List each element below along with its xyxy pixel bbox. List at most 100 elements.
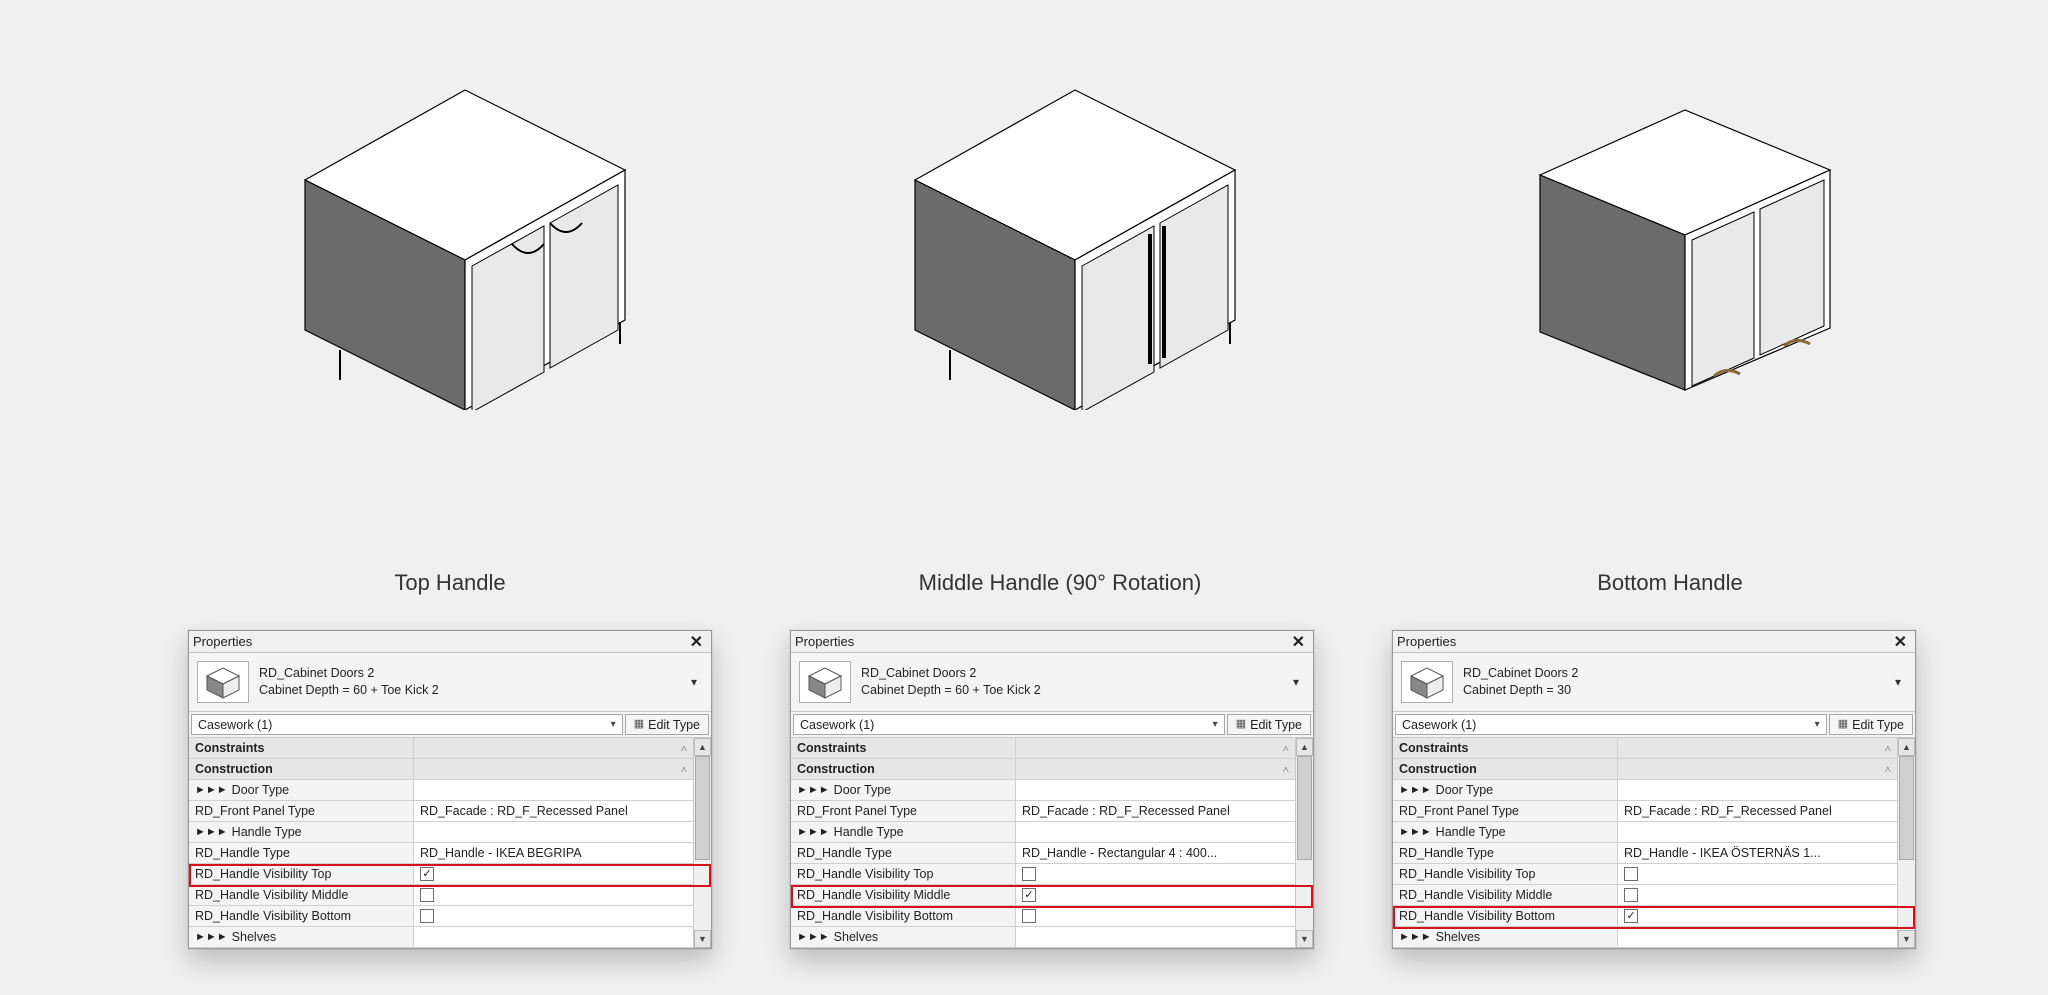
collapse-icon[interactable]: ˄: [681, 742, 687, 755]
param-group-header[interactable]: Constraints ˄: [791, 738, 1295, 759]
close-icon[interactable]: ✕: [1288, 632, 1309, 652]
param-row[interactable]: RD_Handle Visibility Middle: [189, 885, 693, 906]
collapse-icon[interactable]: ˄: [1885, 763, 1891, 776]
param-value[interactable]: [1618, 927, 1897, 948]
type-selector[interactable]: RD_Cabinet Doors 2 Cabinet Depth = 60 + …: [791, 653, 1313, 711]
checkbox[interactable]: [1022, 867, 1036, 881]
param-value[interactable]: RD_Handle - IKEA BEGRIPA: [414, 843, 693, 864]
param-value-checkbox[interactable]: [1016, 906, 1295, 927]
close-icon[interactable]: ✕: [686, 632, 707, 652]
collapse-icon[interactable]: ˄: [681, 763, 687, 776]
scroll-down-button[interactable]: ▼: [694, 930, 711, 948]
scroll-thumb[interactable]: [1297, 756, 1312, 860]
checkbox[interactable]: [420, 909, 434, 923]
param-row[interactable]: RD_Front Panel Type RD_Facade : RD_F_Rec…: [189, 801, 693, 822]
category-filter-select[interactable]: Casework (1) ▾: [191, 714, 623, 735]
param-group-header[interactable]: Construction ˄: [1393, 759, 1897, 780]
param-value[interactable]: RD_Handle - IKEA ÖSTERNÄS 1...: [1618, 843, 1897, 864]
param-group-header[interactable]: Construction ˄: [791, 759, 1295, 780]
edit-type-button[interactable]: ▦ Edit Type: [1829, 714, 1913, 735]
param-row[interactable]: ►►►Door Type: [1393, 780, 1897, 801]
type-selector[interactable]: RD_Cabinet Doors 2 Cabinet Depth = 30 ▾: [1393, 653, 1915, 711]
param-row[interactable]: ►►►Shelves: [189, 927, 693, 948]
scroll-track[interactable]: [694, 756, 711, 930]
scroll-thumb[interactable]: [1899, 756, 1914, 860]
param-row[interactable]: RD_Handle Visibility Middle: [791, 885, 1295, 906]
param-row[interactable]: RD_Front Panel Type RD_Facade : RD_F_Rec…: [791, 801, 1295, 822]
param-row[interactable]: RD_Handle Visibility Bottom: [189, 906, 693, 927]
param-row[interactable]: RD_Handle Visibility Bottom: [791, 906, 1295, 927]
param-row[interactable]: RD_Handle Visibility Top: [1393, 864, 1897, 885]
chevron-down-icon[interactable]: ▾: [611, 719, 616, 730]
param-value[interactable]: RD_Facade : RD_F_Recessed Panel: [1016, 801, 1295, 822]
param-group-header[interactable]: Construction ˄: [189, 759, 693, 780]
edit-type-button[interactable]: ▦ Edit Type: [1227, 714, 1311, 735]
collapse-icon[interactable]: ˄: [1283, 742, 1289, 755]
param-value[interactable]: [1016, 927, 1295, 948]
param-row[interactable]: ►►►Handle Type: [1393, 822, 1897, 843]
param-row[interactable]: ►►►Door Type: [189, 780, 693, 801]
param-value-checkbox[interactable]: [1618, 885, 1897, 906]
checkbox[interactable]: [1022, 909, 1036, 923]
checkbox[interactable]: [1624, 888, 1638, 902]
param-value[interactable]: RD_Facade : RD_F_Recessed Panel: [414, 801, 693, 822]
param-row[interactable]: ►►►Door Type: [791, 780, 1295, 801]
param-group-header[interactable]: Constraints ˄: [1393, 738, 1897, 759]
checkbox[interactable]: [1624, 867, 1638, 881]
param-value[interactable]: [1618, 780, 1897, 801]
param-row[interactable]: RD_Front Panel Type RD_Facade : RD_F_Rec…: [1393, 801, 1897, 822]
type-selector-dropdown-icon[interactable]: ▾: [685, 661, 703, 703]
param-row[interactable]: RD_Handle Visibility Middle: [1393, 885, 1897, 906]
param-value[interactable]: RD_Handle - Rectangular 4 : 400...: [1016, 843, 1295, 864]
param-value-checkbox[interactable]: [414, 906, 693, 927]
collapse-icon[interactable]: ˄: [1885, 742, 1891, 755]
scroll-track[interactable]: [1296, 756, 1313, 930]
chevron-down-icon[interactable]: ▾: [1213, 719, 1218, 730]
param-value-checkbox[interactable]: [1618, 906, 1897, 927]
scroll-up-button[interactable]: ▲: [694, 738, 711, 756]
panel-titlebar[interactable]: Properties ✕: [189, 631, 711, 653]
edit-type-button[interactable]: ▦ Edit Type: [625, 714, 709, 735]
param-value-checkbox[interactable]: [414, 885, 693, 906]
scroll-thumb[interactable]: [695, 756, 710, 860]
close-icon[interactable]: ✕: [1890, 632, 1911, 652]
param-row[interactable]: ►►►Handle Type: [189, 822, 693, 843]
type-selector-dropdown-icon[interactable]: ▾: [1889, 661, 1907, 703]
param-value-checkbox[interactable]: [1016, 864, 1295, 885]
vertical-scrollbar[interactable]: ▲ ▼: [693, 738, 711, 948]
category-filter-select[interactable]: Casework (1) ▾: [793, 714, 1225, 735]
param-row[interactable]: RD_Handle Visibility Top: [791, 864, 1295, 885]
category-filter-select[interactable]: Casework (1) ▾: [1395, 714, 1827, 735]
checkbox[interactable]: [1022, 888, 1036, 902]
panel-titlebar[interactable]: Properties ✕: [1393, 631, 1915, 653]
param-value[interactable]: RD_Facade : RD_F_Recessed Panel: [1618, 801, 1897, 822]
type-selector-dropdown-icon[interactable]: ▾: [1287, 661, 1305, 703]
scroll-track[interactable]: [1898, 756, 1915, 930]
vertical-scrollbar[interactable]: ▲ ▼: [1897, 738, 1915, 948]
vertical-scrollbar[interactable]: ▲ ▼: [1295, 738, 1313, 948]
collapse-icon[interactable]: ˄: [1283, 763, 1289, 776]
param-value[interactable]: [414, 927, 693, 948]
param-row[interactable]: RD_Handle Type RD_Handle - IKEA BEGRIPA: [189, 843, 693, 864]
param-value[interactable]: [1016, 822, 1295, 843]
checkbox[interactable]: [1624, 909, 1638, 923]
checkbox[interactable]: [420, 867, 434, 881]
type-selector[interactable]: RD_Cabinet Doors 2 Cabinet Depth = 60 + …: [189, 653, 711, 711]
checkbox[interactable]: [420, 888, 434, 902]
param-row[interactable]: RD_Handle Visibility Bottom: [1393, 906, 1897, 927]
param-value-checkbox[interactable]: [1016, 885, 1295, 906]
param-row[interactable]: ►►►Handle Type: [791, 822, 1295, 843]
param-row[interactable]: RD_Handle Visibility Top: [189, 864, 693, 885]
param-value[interactable]: [414, 780, 693, 801]
param-row[interactable]: ►►►Shelves: [1393, 927, 1897, 948]
param-value-checkbox[interactable]: [414, 864, 693, 885]
param-value[interactable]: [1016, 780, 1295, 801]
param-row[interactable]: RD_Handle Type RD_Handle - Rectangular 4…: [791, 843, 1295, 864]
param-row[interactable]: RD_Handle Type RD_Handle - IKEA ÖSTERNÄS…: [1393, 843, 1897, 864]
param-value-checkbox[interactable]: [1618, 864, 1897, 885]
param-value[interactable]: [414, 822, 693, 843]
param-value[interactable]: [1618, 822, 1897, 843]
scroll-up-button[interactable]: ▲: [1296, 738, 1313, 756]
chevron-down-icon[interactable]: ▾: [1815, 719, 1820, 730]
panel-titlebar[interactable]: Properties ✕: [791, 631, 1313, 653]
